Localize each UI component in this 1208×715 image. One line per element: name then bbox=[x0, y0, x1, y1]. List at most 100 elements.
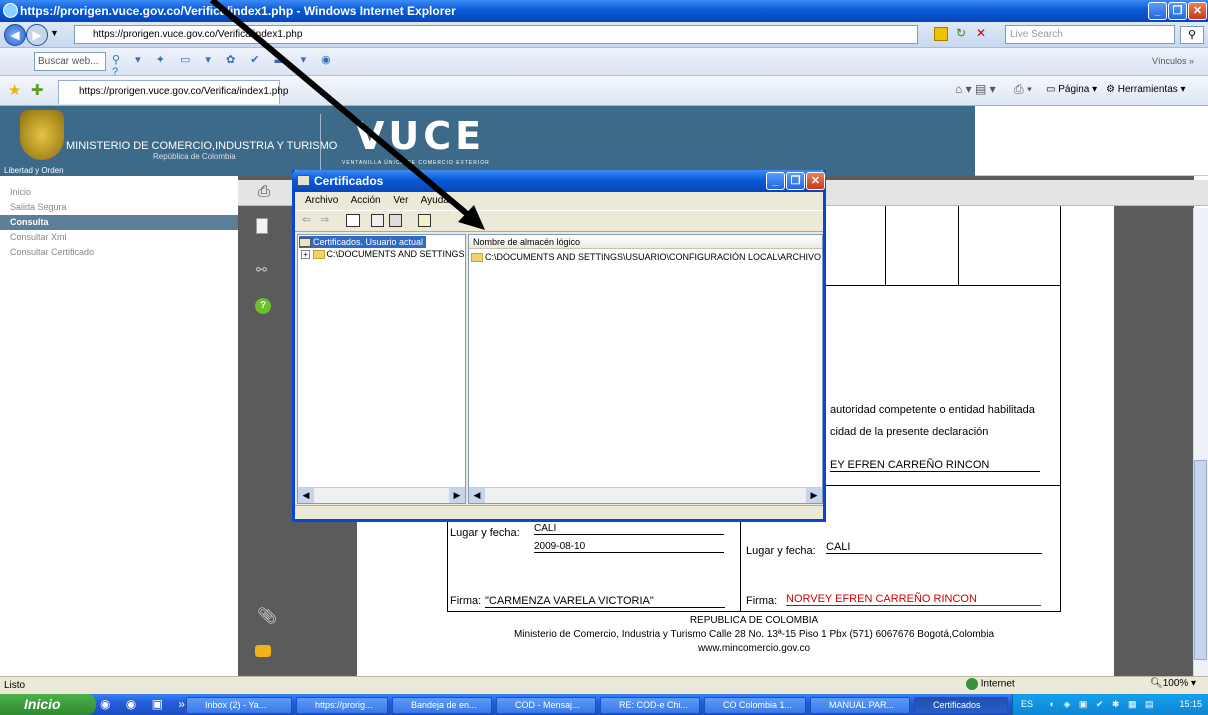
start-button[interactable]: Inicio bbox=[0, 694, 96, 715]
refresh-icon[interactable]: ↻ bbox=[952, 26, 970, 43]
footer-republica: REPUBLICA DE COLOMBIA bbox=[689, 615, 819, 626]
column-header-label: Nombre de almacén lógico bbox=[473, 237, 581, 247]
maximize-button[interactable]: ❐ bbox=[1168, 2, 1187, 20]
list-hscroll[interactable]: ◀ ▶ bbox=[469, 487, 822, 503]
zone-label: Internet bbox=[980, 678, 1015, 690]
pdf-side-strip bbox=[238, 176, 287, 676]
clock: 15:15 bbox=[1179, 699, 1202, 709]
search-icon[interactable]: ⚲ bbox=[1180, 26, 1204, 44]
system-tray: ES ◐ ◈ ▣ ✔ ✱ ▦ ▤ 15:15 bbox=[1012, 694, 1208, 715]
dialog-minimize-button[interactable]: _ bbox=[766, 172, 785, 190]
comments-icon[interactable] bbox=[255, 645, 271, 657]
list-pane[interactable] bbox=[468, 234, 823, 504]
web-search-input[interactable]: Buscar web... bbox=[34, 52, 106, 71]
task-bandeja[interactable]: Bandeja de en... bbox=[392, 697, 492, 714]
doc-hline-1 bbox=[822, 285, 1061, 286]
doc-autoridad: autoridad competente o entidad habilitad… bbox=[830, 404, 1035, 416]
nav-inicio[interactable]: Inicio bbox=[10, 185, 31, 200]
favorites-star-icon[interactable]: ★ bbox=[8, 81, 21, 99]
print-icon[interactable]: ⎙ ▾ bbox=[1014, 82, 1032, 97]
search-binoculars-icon[interactable]: ⚯ bbox=[256, 262, 267, 278]
fecha-left-value: 2009-08-10 bbox=[534, 541, 724, 553]
task-co-colombia[interactable]: CO Colombia 1... bbox=[704, 697, 806, 714]
certificate-store-icon bbox=[299, 238, 311, 248]
tree-hscroll[interactable]: ◀ ▶ bbox=[298, 487, 465, 503]
nav-salida-segura[interactable]: Salida Segura bbox=[10, 200, 67, 215]
tree-child-label: C:\DOCUMENTS AND SETTINGS\ bbox=[326, 249, 464, 259]
doc-nombre-partial: EY EFREN CARREÑO RINCON bbox=[830, 459, 1040, 472]
expand-icon[interactable]: + bbox=[301, 250, 310, 260]
lock-icon[interactable] bbox=[934, 27, 948, 41]
close-button[interactable]: ✕ bbox=[1188, 2, 1207, 20]
history-dropdown-icon[interactable]: ▼ bbox=[50, 28, 59, 38]
libertad-label: Libertad y Orden bbox=[4, 166, 64, 175]
dialog-maximize-button[interactable]: ❐ bbox=[786, 172, 805, 190]
doc-vline-1 bbox=[885, 206, 886, 285]
tree-root-label: Certificados. Usuario actual bbox=[313, 237, 424, 247]
nav-consulta[interactable]: Consulta bbox=[10, 215, 49, 230]
zoom-level[interactable]: 🔍︎100% ▾ bbox=[1150, 678, 1196, 689]
dialog-statusbar bbox=[295, 505, 823, 519]
task-re-cod[interactable]: RE: COD-e Chi... bbox=[600, 697, 700, 714]
internet-zone: Internet bbox=[966, 678, 1015, 690]
zoom-value: 100% bbox=[1162, 678, 1189, 689]
lugar-label-right: Lugar y fecha: bbox=[746, 545, 816, 557]
folder-icon bbox=[312, 250, 325, 260]
ie-title-bar: https://prorigen.vuce.gov.co/Verifica/in… bbox=[0, 0, 1208, 22]
folder-icon bbox=[471, 253, 483, 263]
tools-menu-label: Herramientas bbox=[1117, 84, 1178, 95]
web-search-placeholder: Buscar web... bbox=[38, 56, 99, 67]
search-input[interactable]: Live Search bbox=[1005, 25, 1175, 44]
vinculos-link[interactable]: Vínculos » bbox=[1152, 56, 1194, 66]
doc-vline-2 bbox=[958, 206, 959, 285]
tray-icons[interactable]: ◐ ◈ ▣ ✔ ✱ ▦ ▤ bbox=[1050, 699, 1157, 709]
list-item[interactable]: C:\DOCUMENTS AND SETTINGS\USUARIO\CONFIG… bbox=[471, 251, 821, 263]
status-bar: Listo bbox=[0, 676, 1208, 694]
task-certificados[interactable]: Certificados bbox=[914, 697, 1008, 714]
language-indicator[interactable]: ES bbox=[1021, 699, 1033, 709]
task-inbox[interactable]: Inbox (2) - Ya... bbox=[186, 697, 292, 714]
firma-left-value: "CARMENZA VARELA VICTORIA" bbox=[485, 595, 725, 608]
column-header[interactable]: Nombre de almacén lógico bbox=[469, 235, 822, 249]
task-cod[interactable]: COD - Mensaj... bbox=[496, 697, 596, 714]
firma-left-label: Firma: bbox=[450, 595, 482, 607]
footer-web: www.mincomercio.gov.co bbox=[697, 643, 811, 654]
stop-icon[interactable]: ✕ bbox=[972, 26, 990, 43]
nav-consultar-xml[interactable]: Consultar Xml bbox=[10, 230, 67, 245]
tree-root-item[interactable]: Certificados. Usuario actual bbox=[299, 236, 427, 248]
coat-of-arms-icon bbox=[20, 110, 64, 160]
forward-button[interactable]: ▶ bbox=[26, 24, 48, 46]
dialog-close-button[interactable]: ✕ bbox=[806, 172, 825, 190]
globe-icon bbox=[966, 678, 978, 690]
doc-vline-mid bbox=[740, 515, 741, 612]
vinculos-label: Vínculos bbox=[1152, 56, 1187, 66]
tree-pane[interactable] bbox=[297, 234, 466, 504]
annotation-arrow bbox=[210, 0, 485, 230]
task-manual[interactable]: MANUAL PAR... bbox=[810, 697, 910, 714]
nav-consultar-certificado[interactable]: Consultar Certificado bbox=[10, 245, 94, 260]
start-label: Inicio bbox=[24, 696, 61, 712]
footer-ministerio: Ministerio de Comercio, Industria y Turi… bbox=[513, 629, 995, 640]
list-item-label: C:\DOCUMENTS AND SETTINGS\USUARIO\CONFIG… bbox=[485, 252, 821, 262]
quicklaunch-icons[interactable]: ◉ ◉ ▣ » bbox=[100, 697, 191, 711]
home-icon[interactable]: ⌂ ▾ ▤ ▾ bbox=[955, 82, 996, 96]
back-button[interactable]: ◀ bbox=[4, 24, 26, 46]
add-favorites-icon[interactable]: ✚ bbox=[31, 81, 44, 99]
minimize-button[interactable]: _ bbox=[1148, 2, 1167, 20]
doc-veracidad: cidad de la presente declaración bbox=[830, 426, 989, 438]
page-menu-label: Página bbox=[1058, 84, 1090, 95]
tree-child-item[interactable]: + C:\DOCUMENTS AND SETTINGS\ bbox=[301, 248, 464, 260]
tools-menu[interactable]: ⚙ Herramientas ▾ bbox=[1106, 84, 1186, 95]
search-placeholder: Live Search bbox=[1010, 29, 1063, 40]
attachment-icon[interactable]: 📎︎ bbox=[257, 606, 277, 626]
ie-logo-icon bbox=[3, 3, 18, 18]
lugar-label-left: Lugar y fecha: bbox=[450, 527, 520, 539]
lugar-left-value: CALI bbox=[534, 523, 724, 535]
firma-right-value: NORVEY EFREN CARREÑO RINCON bbox=[786, 593, 1041, 606]
header-right-blank bbox=[975, 106, 1208, 176]
help-icon[interactable]: ? bbox=[255, 298, 271, 314]
scroll-thumb[interactable] bbox=[1194, 460, 1207, 660]
task-ie[interactable]: https://prorig... bbox=[296, 697, 388, 714]
firma-right-label: Firma: bbox=[746, 595, 778, 607]
page-menu[interactable]: ▭ Página ▾ bbox=[1046, 84, 1097, 95]
